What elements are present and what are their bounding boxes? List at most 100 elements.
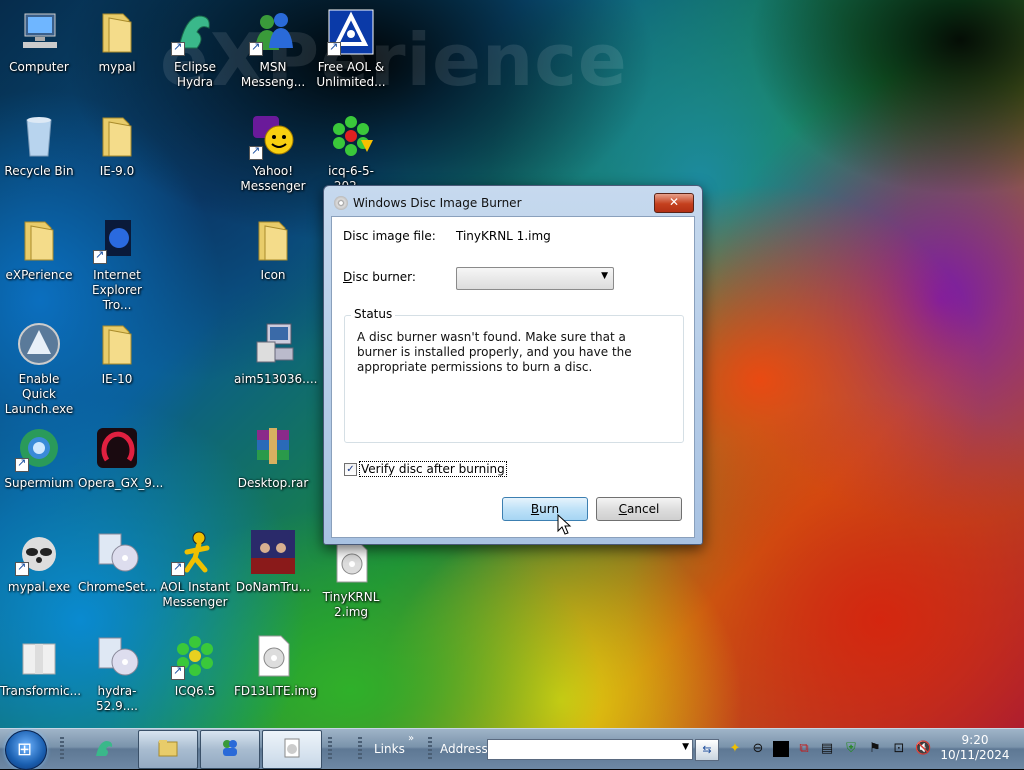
address-toolbar-label: Address (440, 742, 488, 756)
quick-launch-eclipse-hydra[interactable] (74, 730, 134, 769)
chevron-down-icon[interactable]: ▼ (682, 742, 689, 752)
disc-burner-dropdown[interactable]: ▼ (456, 267, 614, 290)
hydra-icon (171, 8, 219, 56)
volume-muted-icon[interactable]: 🔇 (915, 741, 931, 757)
burn-button[interactable]: Burn (502, 497, 588, 521)
icon-label: MSN Messeng... (240, 60, 306, 89)
desktop-icon-icq-installer[interactable]: icq-6-5-202... (312, 112, 390, 194)
security-shield-icon[interactable]: ⛨ (843, 741, 859, 757)
toolbar-grip[interactable] (60, 737, 64, 761)
desktop-icon-hydra[interactable]: hydra-52.9.... (78, 632, 156, 714)
icon-label: Yahoo! Messenger (240, 164, 306, 193)
desktop-icon-enable-quick-launch[interactable]: Enable Quick Launch.exe (0, 320, 78, 417)
desktop-icon-mypal[interactable]: mypal (78, 8, 156, 75)
icon-label: Eclipse Hydra (173, 60, 217, 89)
desktop-icon-desktop-rar[interactable]: Desktop.rar (234, 424, 312, 491)
icq-flower-icon (327, 112, 375, 160)
aim-tray-icon[interactable]: ✦ (727, 741, 743, 757)
supermium-icon (15, 424, 63, 472)
icon-label: Computer (9, 60, 69, 74)
desktop-icon-chromesetup[interactable]: ChromeSet... (78, 528, 156, 595)
aim-running-man-icon (171, 528, 219, 576)
verify-checkbox[interactable]: ✓ (344, 463, 357, 476)
aol-icon (327, 8, 375, 56)
network-computer-icon[interactable]: ⊡ (891, 741, 907, 757)
desktop-icon-aol-instant-messenger[interactable]: AOL Instant Messenger (156, 528, 234, 610)
icon-label: IE-10 (101, 372, 133, 386)
folder-icon (93, 320, 141, 368)
cancel-button[interactable]: Cancel (596, 497, 682, 521)
desktop-icon-aim513036[interactable]: aim513036.... (234, 320, 317, 387)
status-message: A disc burner wasn't found. Make sure th… (357, 330, 632, 374)
setup-computer-icon (249, 320, 297, 368)
links-toolbar-label[interactable]: Links (374, 742, 405, 756)
desktop-icon-icq65[interactable]: ICQ6.5 (156, 632, 234, 699)
image-file-label: Disc image file: (343, 229, 436, 243)
mouse-pointer-icon (557, 514, 572, 535)
toolbar-grip[interactable] (358, 737, 362, 761)
address-input[interactable]: ▼ (487, 739, 693, 760)
installer-icon (93, 632, 141, 680)
msn-buddy-icon (223, 740, 237, 756)
verify-checkbox-label[interactable]: Verify disc after burning (359, 461, 507, 477)
dialog-client-area: Disc image file: TinyKRNL 1.img Disc bur… (331, 216, 695, 538)
folder-icon (249, 216, 297, 264)
folder-icon (93, 8, 141, 56)
computer-icon (15, 8, 63, 56)
raccoon-icon (15, 528, 63, 576)
desktop-icon-supermium[interactable]: Supermium (0, 424, 78, 491)
desktop-icon-opera-gx[interactable]: Opera_GX_9... (78, 424, 163, 491)
status-group: Status A disc burner wasn't found. Make … (344, 307, 684, 443)
desktop-icon-transformic[interactable]: Transformic... (0, 632, 81, 699)
taskbar-button-disc-burner[interactable] (262, 730, 322, 769)
taskbar-button-explorer[interactable] (138, 730, 198, 769)
desktop-icon-free-aol[interactable]: Free AOL & Unlimited... (312, 8, 390, 90)
disc-icon (334, 196, 348, 210)
desktop-icon-eclipse-hydra[interactable]: Eclipse Hydra (156, 8, 234, 90)
desktop-icon-fd13lite[interactable]: FD13LITE.img (234, 632, 318, 699)
desktop-icon-computer[interactable]: Computer (0, 8, 78, 75)
clock-time: 9:20 (961, 733, 989, 747)
clock[interactable]: 9:20 10/11/2024 (940, 733, 1010, 763)
desktop-icon-mypal-exe[interactable]: mypal.exe (0, 528, 78, 595)
start-button[interactable]: ⊞ (5, 730, 47, 770)
desktop-icon-experience[interactable]: eXPerience (0, 216, 78, 283)
taskbar: ⊞ » Links Address ▼ ⇆ ✦ ⊖ ⧉ ▤ ⛨ ⚑ ⊡ 🔇 9:… (0, 728, 1024, 770)
icon-label: FD13LITE.img (234, 684, 318, 698)
close-button[interactable]: ✕ (654, 193, 694, 213)
desktop-icon-tinykrnl-2[interactable]: TinyKRNL 2.img (312, 538, 390, 620)
package-icon (15, 632, 63, 680)
desktop-icon-yahoo-messenger[interactable]: Yahoo! Messenger (234, 112, 312, 194)
icon-label: hydra-52.9.... (96, 684, 138, 713)
icon-label: Supermium (4, 476, 74, 490)
taskbar-button-msn[interactable] (200, 730, 260, 769)
network-tray-icon[interactable]: ⧉ (796, 741, 812, 757)
go-button[interactable]: ⇆ (695, 739, 719, 761)
icon-label: DoNamTru... (235, 580, 311, 594)
chevron-right-icon[interactable]: » (408, 733, 414, 744)
desktop-icon-msn-messenger[interactable]: MSN Messeng... (234, 8, 312, 90)
black-square-tray-icon[interactable] (773, 741, 789, 757)
desktop-icon-internet-explorer-tro[interactable]: Internet Explorer Tro... (78, 216, 156, 313)
hydra-icon (96, 741, 113, 756)
disc-burner-label: Disc burner: (343, 270, 416, 284)
desktop-icon-ie-10[interactable]: IE-10 (78, 320, 156, 387)
desktop-icon-ie-9[interactable]: IE-9.0 (78, 112, 156, 179)
winrar-icon (249, 424, 297, 472)
desktop-icon-icon-folder[interactable]: Icon (234, 216, 312, 283)
action-center-flag-icon[interactable]: ⚑ (867, 741, 883, 757)
icon-label: Icon (260, 268, 286, 282)
icon-label: Recycle Bin (4, 164, 74, 178)
disc-image-file-icon (327, 538, 375, 586)
desktop-icon-recycle-bin[interactable]: Recycle Bin (0, 112, 78, 179)
ie-icon (93, 216, 141, 264)
toolbar-grip[interactable] (328, 737, 332, 761)
icon-label: AOL Instant Messenger (160, 580, 230, 609)
photo-thumbnail-icon (249, 528, 297, 576)
devices-tray-icon[interactable]: ▤ (819, 741, 835, 757)
windows-flag-icon: ⊞ (17, 739, 33, 760)
desktop-icon-donamtru[interactable]: DoNamTru... (234, 528, 312, 595)
toolbar-grip[interactable] (428, 737, 432, 761)
icon-label: ChromeSet... (78, 580, 157, 594)
minus-tray-icon[interactable]: ⊖ (750, 741, 766, 757)
